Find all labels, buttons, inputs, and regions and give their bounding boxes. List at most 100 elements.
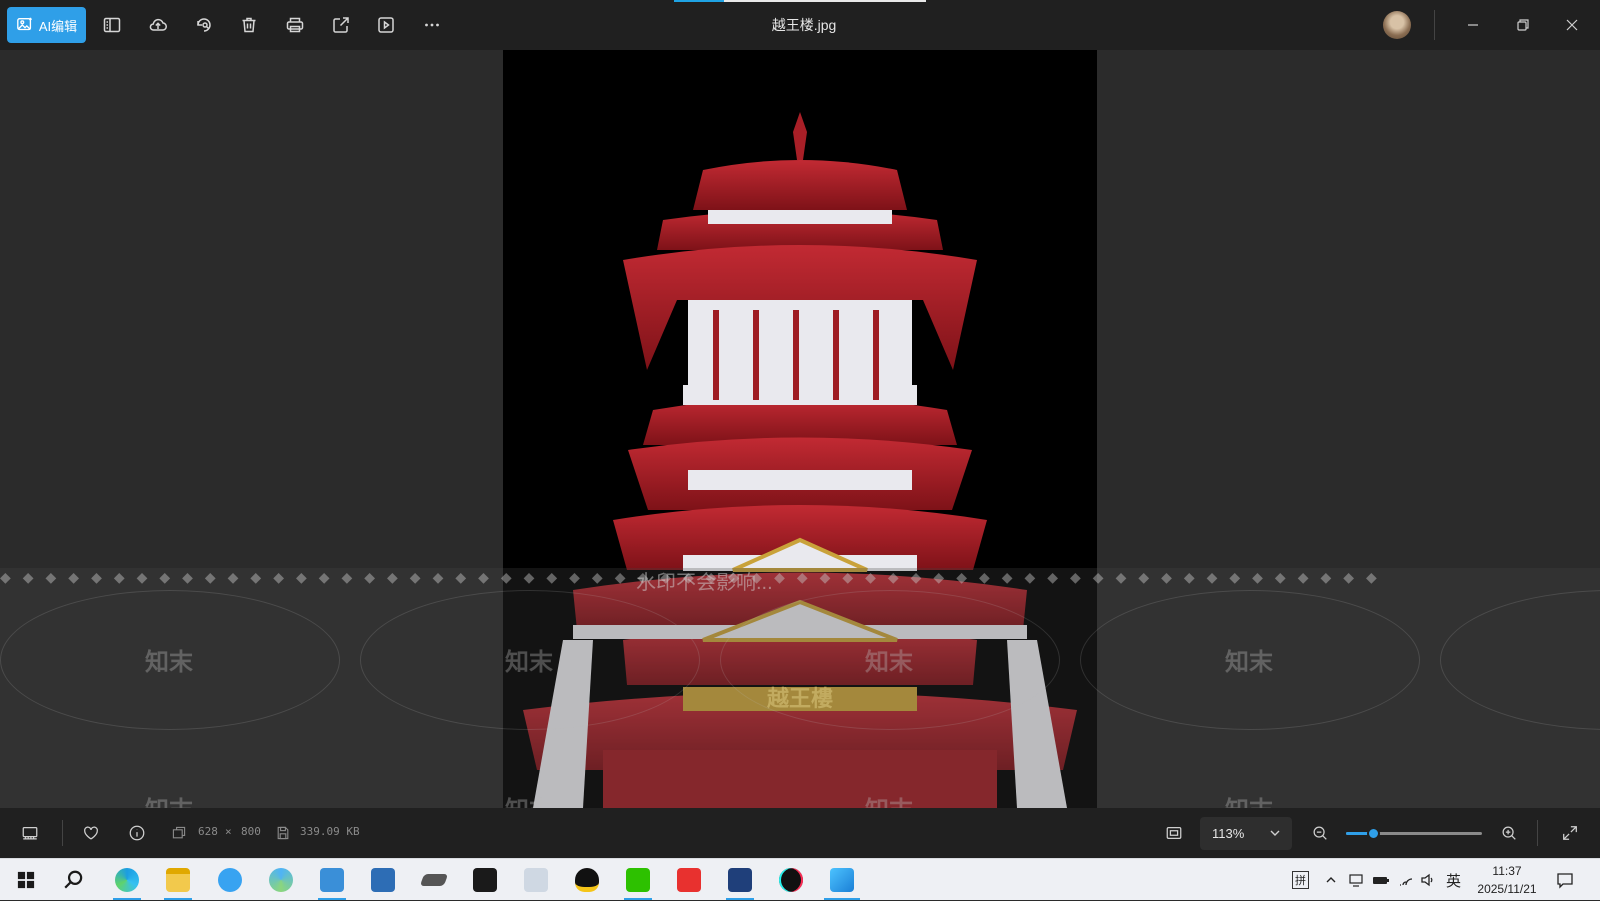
system-clock[interactable]: 11:37 2025/11/21 [1472, 862, 1542, 898]
monitor-icon [1349, 874, 1363, 887]
restore-icon [1517, 19, 1529, 31]
translate-app[interactable] [212, 863, 248, 897]
copilot-icon [269, 868, 293, 892]
windows-logo-icon [17, 871, 35, 889]
notification-center-button[interactable] [1556, 859, 1574, 901]
fullscreen-icon[interactable] [1559, 822, 1581, 844]
file-size: 339.09 KB [300, 825, 360, 838]
image-height: 800 [241, 825, 261, 838]
chevron-up-icon [1326, 877, 1336, 883]
watermark-dots: ◆◆◆◆◆◆◆◆◆◆◆◆◆◆◆◆◆◆◆◆◆◆◆◆◆◆◆◆◆◆◆◆◆◆◆◆◆◆◆◆… [0, 569, 1389, 585]
status-divider [62, 820, 63, 846]
watermark-brand: 知末 [865, 649, 913, 676]
filmstrip-icon[interactable] [19, 822, 41, 844]
zoom-level-value: 113% [1212, 826, 1245, 841]
fit-screen-icon[interactable] [1163, 822, 1185, 844]
photos-icon [830, 868, 854, 892]
photo-viewer-window: AI编辑 越王楼.jpg 越王樓 ◆◆◆◆◆◆◆◆◆◆◆◆◆◆◆◆◆◆◆◆◆◆◆… [0, 0, 1600, 858]
language-label: 英 [1446, 872, 1462, 890]
cat-app[interactable] [722, 863, 758, 900]
clock-date: 2025/11/21 [1477, 882, 1537, 896]
watermark-notice: 水印不会影响... [636, 572, 773, 594]
ime-label: 拼 [1292, 871, 1309, 889]
watermark-brand: 知末 [1225, 649, 1273, 676]
status-divider [1537, 820, 1538, 846]
video-editor-app[interactable] [314, 863, 350, 900]
close-button[interactable] [1557, 10, 1587, 40]
ime-indicator[interactable]: 拼 [1292, 859, 1309, 901]
image-canvas[interactable]: 越王樓 ◆◆◆◆◆◆◆◆◆◆◆◆◆◆◆◆◆◆◆◆◆◆◆◆◆◆◆◆◆◆◆◆◆◆◆◆… [0, 50, 1600, 808]
user-avatar[interactable] [1383, 11, 1411, 39]
zoom-level-dropdown[interactable]: 113% [1200, 817, 1292, 850]
file-title: 越王楼.jpg [771, 17, 837, 33]
watermark-brand: 知末 [865, 790, 913, 808]
watermark-brand: 知末 [145, 649, 193, 676]
photos-app[interactable] [824, 863, 860, 900]
notification-icon [1557, 873, 1573, 889]
rotate-icon[interactable] [190, 11, 218, 39]
search-icon [64, 870, 83, 889]
tablet-app[interactable] [416, 863, 452, 897]
language-indicator[interactable]: 英 [1446, 859, 1461, 901]
slideshow-icon[interactable] [372, 11, 400, 39]
search-taskbar-button[interactable] [56, 863, 92, 897]
image-viewer-icon [524, 868, 548, 892]
zoom-in-icon[interactable] [1498, 822, 1520, 844]
print-icon[interactable] [281, 11, 309, 39]
volume-icon [1421, 873, 1433, 887]
ai-edit-button[interactable]: AI编辑 [7, 7, 86, 43]
tablet-icon [419, 874, 449, 886]
edge-app[interactable] [109, 863, 145, 900]
upload-icon[interactable] [144, 11, 172, 39]
info-icon[interactable] [126, 822, 148, 844]
minimize-button[interactable] [1458, 10, 1488, 40]
watermark-brand: 知末 [505, 649, 553, 676]
zoom-slider-thumb[interactable] [1367, 827, 1381, 840]
wechat-icon [626, 868, 650, 892]
watermark-brand: 知末 [145, 790, 193, 808]
terminal-app[interactable] [467, 863, 503, 897]
image-viewer-2-app[interactable] [518, 863, 554, 897]
sketch-app[interactable] [365, 863, 401, 897]
tray-wifi[interactable] [1398, 859, 1414, 901]
dimensions-icon [171, 822, 187, 844]
taskbar: 拼 英 11:37 2025/11/21 [0, 858, 1600, 900]
wps-app[interactable] [671, 863, 707, 897]
toolbar-divider [1434, 10, 1435, 40]
file-explorer-app[interactable] [160, 863, 196, 900]
bottom-status-bar: 628 × 800 339.09 KB 113% [0, 808, 1600, 858]
close-icon [1566, 19, 1578, 31]
translate-icon [218, 868, 242, 892]
more-icon[interactable] [418, 11, 446, 39]
panel-icon[interactable] [98, 11, 126, 39]
tray-battery[interactable] [1372, 859, 1390, 901]
wechat-app[interactable] [620, 863, 656, 900]
restore-button[interactable] [1508, 10, 1538, 40]
qq-app[interactable] [569, 863, 605, 897]
zoom-out-icon[interactable] [1309, 822, 1331, 844]
chevron-down-icon [1270, 830, 1280, 836]
tray-volume[interactable] [1420, 859, 1436, 901]
ai-image-icon [16, 17, 32, 31]
cat-icon [728, 868, 752, 892]
delete-icon[interactable] [235, 11, 263, 39]
tray-expand-button[interactable] [1324, 859, 1338, 901]
watermark-brand: 知末 [505, 790, 553, 808]
copilot-app[interactable] [263, 863, 299, 897]
wps-icon [677, 868, 701, 892]
top-toolbar: AI编辑 越王楼.jpg [0, 0, 1600, 50]
start-button[interactable] [8, 863, 44, 897]
favorite-icon[interactable] [80, 822, 102, 844]
watermark-brand: 知末 [1225, 790, 1273, 808]
save-disk-icon [275, 822, 291, 844]
terminal-icon [473, 868, 497, 892]
tiktok-icon [779, 868, 803, 892]
image-width: 628 [198, 825, 218, 838]
tray-network-adapter[interactable] [1348, 859, 1364, 901]
zoom-slider[interactable] [1346, 827, 1482, 840]
battery-icon [1373, 877, 1389, 884]
share-icon[interactable] [327, 11, 355, 39]
ai-edit-label: AI编辑 [38, 18, 78, 34]
tiktok-app[interactable] [773, 863, 809, 897]
minimize-icon [1468, 24, 1478, 26]
